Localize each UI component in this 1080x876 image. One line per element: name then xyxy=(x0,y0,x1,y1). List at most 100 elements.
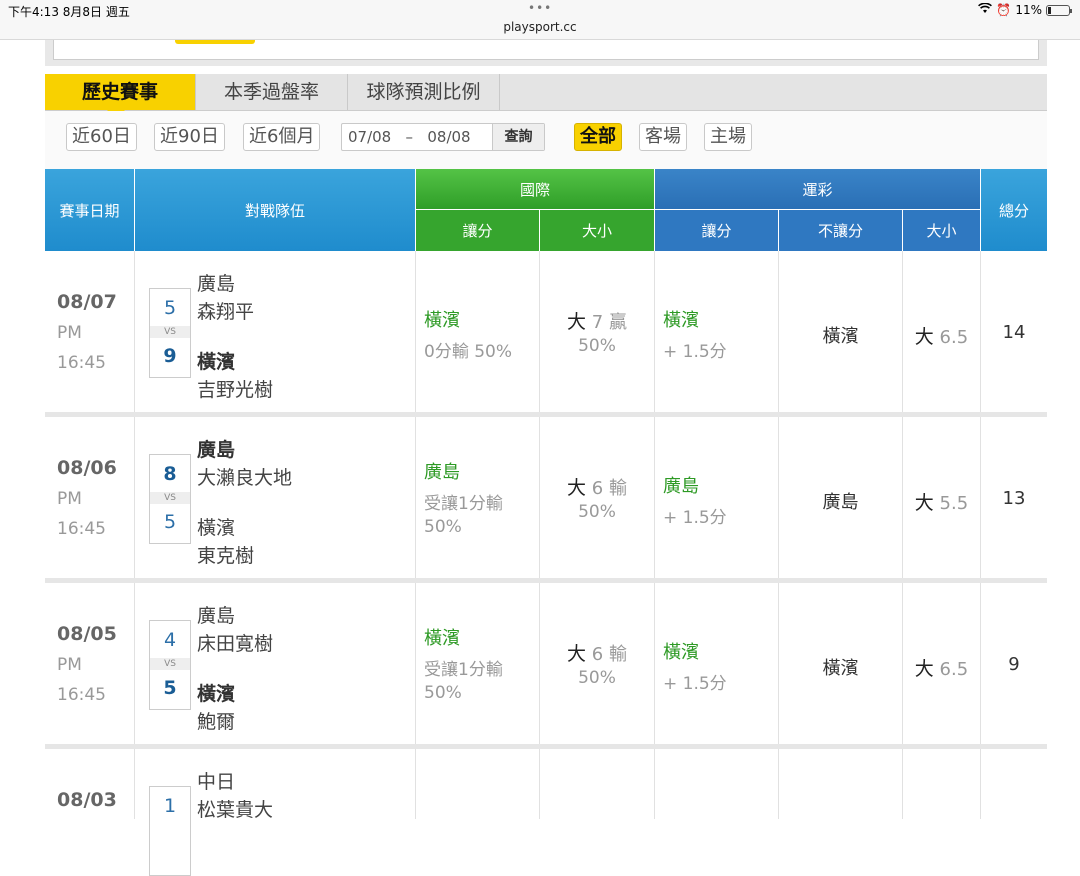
teams-cell: 1 中日 松葉貴大 xyxy=(135,749,416,876)
battery-percent: 11% xyxy=(1015,3,1042,17)
header-yc-spread: 讓分 xyxy=(655,210,778,251)
total-score: 13 xyxy=(1002,488,1026,509)
yc-total-value: 6.5 xyxy=(939,327,969,348)
date-range-field[interactable]: 07/08 – 08/08 查詢 xyxy=(341,123,545,151)
yc-spread-line: + 1.5分 xyxy=(663,342,727,362)
away-team[interactable]: 廣島 xyxy=(197,435,235,462)
intl-total-cell xyxy=(540,749,655,819)
intl-total-pct: 50% xyxy=(578,668,616,688)
range-6-months-button[interactable]: 近6個月 xyxy=(243,123,321,151)
tab-season-cover-rate[interactable]: 本季過盤率 xyxy=(196,74,348,110)
intl-spread-result: 受讓1分輸 xyxy=(424,494,503,514)
away-pitcher[interactable]: 松葉貴大 xyxy=(197,795,273,822)
wifi-icon xyxy=(978,2,993,17)
away-team[interactable]: 廣島 xyxy=(197,601,235,628)
status-indicators: ⏰ 11% xyxy=(978,2,1072,17)
intl-total-pct: 50% xyxy=(578,336,616,356)
intl-total-cell: 大 6 輸 50% xyxy=(540,417,655,578)
venue-all-button[interactable]: 全部 xyxy=(574,123,622,151)
yc-moneyline-team: 橫濱 xyxy=(822,326,859,347)
date-range-text: 07/08 – 08/08 xyxy=(348,128,471,146)
home-score: 9 xyxy=(163,345,177,367)
more-dots-icon[interactable]: ••• xyxy=(528,1,552,15)
date-cell: 08/03 xyxy=(45,749,135,819)
tab-history[interactable]: 歷史賽事 xyxy=(45,74,196,119)
intl-total-side: 大 xyxy=(567,311,587,333)
home-pitcher[interactable]: 東克樹 xyxy=(197,541,254,568)
score-box: 1 xyxy=(149,786,191,876)
alarm-icon: ⏰ xyxy=(996,3,1012,17)
table-row: 08/05 PM 16:45 4 VS 5 廣島 床田寛樹 橫濱 鮑爾 橫濱 受… xyxy=(45,583,1047,749)
intl-total-side: 大 xyxy=(567,477,587,499)
tab-bar: 歷史賽事 本季過盤率 球隊預測比例 xyxy=(45,74,1047,119)
game-time: 16:45 xyxy=(57,353,106,373)
date-cell: 08/05 PM 16:45 xyxy=(45,583,135,744)
away-team[interactable]: 廣島 xyxy=(197,269,235,296)
yc-total-side: 大 xyxy=(914,326,934,348)
intl-spread-team: 廣島 xyxy=(424,462,460,483)
home-pitcher[interactable]: 吉野光樹 xyxy=(197,375,273,402)
intl-total-result: 贏 xyxy=(608,312,627,333)
header-date: 賽事日期 xyxy=(45,169,134,251)
yc-total-cell: 大 6.5 xyxy=(903,251,981,412)
away-pitcher[interactable]: 床田寛樹 xyxy=(197,629,273,656)
game-ampm: PM xyxy=(57,489,82,509)
total-score: 14 xyxy=(1002,322,1026,343)
intl-total-cell: 大 6 輸 50% xyxy=(540,583,655,744)
away-pitcher[interactable]: 森翔平 xyxy=(197,297,254,324)
header-yc-total: 大小 xyxy=(903,210,980,251)
date-to[interactable]: 08/08 xyxy=(427,128,470,146)
home-pitcher[interactable]: 鮑爾 xyxy=(197,707,235,734)
yc-moneyline-team: 橫濱 xyxy=(822,658,859,679)
previous-tab-highlight xyxy=(175,40,255,44)
range-90-days-button[interactable]: 近90日 xyxy=(154,123,225,151)
home-score: 5 xyxy=(163,511,177,533)
score-box: 8 VS 5 xyxy=(149,454,191,544)
home-team[interactable]: 橫濱 xyxy=(197,347,235,374)
score-box: 5 VS 9 xyxy=(149,288,191,378)
yc-total-value: 6.5 xyxy=(939,659,969,680)
intl-spread-result: 受讓1分輸 xyxy=(424,660,503,680)
yc-total-cell: 大 6.5 xyxy=(903,583,981,744)
game-time: 16:45 xyxy=(57,685,106,705)
filter-bar: 近60日 近90日 近6個月 07/08 – 08/08 查詢 全部 客場 主場 xyxy=(45,111,1047,169)
home-team[interactable]: 橫濱 xyxy=(197,679,235,706)
intl-spread-result: 0分輸 50% xyxy=(424,342,513,362)
date-cell: 08/07 PM 16:45 xyxy=(45,251,135,412)
address-bar-url[interactable]: playsport.cc xyxy=(0,20,1080,34)
date-separator: – xyxy=(405,128,414,146)
yc-moneyline-cell: 橫濱 xyxy=(779,251,903,412)
range-60-days-button[interactable]: 近60日 xyxy=(66,123,137,151)
total-score: 9 xyxy=(1008,654,1020,675)
intl-total-value: 7 xyxy=(591,312,604,333)
intl-total-result: 輸 xyxy=(608,644,627,665)
intl-total-side: 大 xyxy=(567,643,587,665)
total-cell: 13 xyxy=(981,417,1047,578)
total-cell: 14 xyxy=(981,251,1047,412)
score-box: 4 VS 5 xyxy=(149,620,191,710)
yc-total-value: 5.5 xyxy=(939,493,969,514)
yc-moneyline-cell: 廣島 xyxy=(779,417,903,578)
away-pitcher[interactable]: 大瀨良大地 xyxy=(197,463,292,490)
query-button[interactable]: 查詢 xyxy=(492,124,544,150)
game-date: 08/06 xyxy=(57,457,117,479)
table-row: 08/03 1 中日 松葉貴大 xyxy=(45,749,1047,876)
previous-section-remnant xyxy=(45,40,1047,66)
yc-spread-cell: 廣島 + 1.5分 xyxy=(655,417,779,578)
intl-spread-cell xyxy=(416,749,540,819)
intl-total-line: 大 7 贏 xyxy=(540,307,654,334)
status-bar: 下午4:13 8月8日 週五 ••• playsport.cc ⏰ 11% xyxy=(0,0,1080,40)
teams-cell: 8 VS 5 廣島 大瀨良大地 橫濱 東克樹 xyxy=(135,417,416,578)
tab-team-prediction[interactable]: 球隊預測比例 xyxy=(348,74,500,110)
yc-total-line: 大 6.5 xyxy=(903,654,980,681)
venue-away-button[interactable]: 客場 xyxy=(639,123,687,151)
header-international: 國際 xyxy=(416,169,654,209)
intl-total-value: 6 xyxy=(591,644,604,665)
header-intl-total: 大小 xyxy=(540,210,654,251)
date-from[interactable]: 07/08 xyxy=(348,128,391,146)
venue-home-button[interactable]: 主場 xyxy=(704,123,752,151)
game-time: 16:45 xyxy=(57,519,106,539)
home-team[interactable]: 橫濱 xyxy=(197,513,235,540)
away-team[interactable]: 中日 xyxy=(197,767,235,794)
intl-spread-cell: 橫濱 受讓1分輸 50% xyxy=(416,583,540,744)
